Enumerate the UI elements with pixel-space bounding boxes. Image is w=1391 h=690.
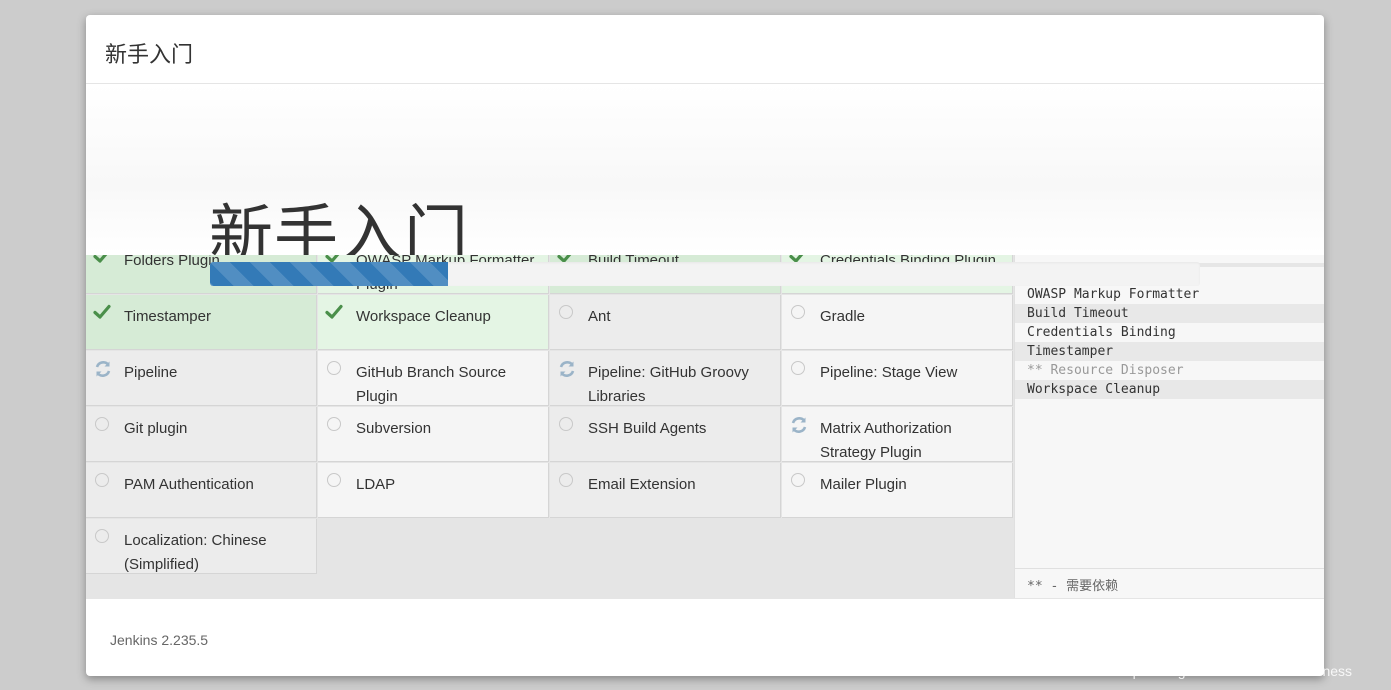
plugin-name: Pipeline: GitHub Groovy Libraries (588, 364, 749, 405)
refresh-spinner-icon (789, 415, 807, 433)
pending-circle-icon (93, 471, 111, 489)
plugin-name: Localization: Chinese (Simplified) (124, 532, 267, 573)
plugin-name: Matrix Authorization Strategy Plugin (820, 420, 952, 461)
setup-wizard-dialog: 新手入门 新手入门 Folders PluginOWASP Markup For… (86, 15, 1324, 676)
plugin-tile: Matrix Authorization Strategy Plugin (782, 407, 1013, 462)
checkmark-icon (93, 303, 111, 321)
plugin-tile: Pipeline: GitHub Groovy Libraries (550, 351, 781, 406)
plugin-name: Mailer Plugin (820, 476, 907, 493)
plugin-tile: Timestamper (86, 295, 317, 350)
plugin-grid: Folders PluginOWASP Markup Formatter Plu… (86, 255, 1014, 598)
plugin-tile: Pipeline: Stage View (782, 351, 1013, 406)
plugin-name: GitHub Branch Source Plugin (356, 364, 507, 405)
pending-circle-icon (325, 415, 343, 433)
install-log-panel[interactable]: OWASP Markup Formatter Build Timeout Crede… (1014, 255, 1324, 598)
refresh-spinner-icon (93, 359, 111, 377)
watermark: https://blog.csdn.net/finalAmativeness (1117, 663, 1353, 679)
log-footnote: ** - 需要依赖 (1015, 568, 1324, 599)
plugin-name: Subversion (356, 420, 432, 437)
refresh-spinner-icon (557, 359, 575, 377)
log-item: OWASP Markup Formatter (1027, 287, 1200, 302)
pending-circle-icon (93, 415, 111, 433)
plugin-name: SSH Build Agents (588, 420, 707, 437)
plugin-tile: PAM Authentication (86, 463, 317, 518)
jenkins-version: Jenkins 2.235.5 (110, 632, 209, 648)
log-item: Credentials Binding (1027, 325, 1176, 340)
pending-circle-icon (557, 471, 575, 489)
plugin-tile: GitHub Branch Source Plugin (318, 351, 549, 406)
plugin-name: Gradle (820, 308, 866, 325)
plugin-tile: Gradle (782, 295, 1013, 350)
plugin-tile: Mailer Plugin (782, 463, 1013, 518)
install-log-list: OWASP Markup Formatter Build Timeout Crede… (1015, 285, 1324, 399)
dialog-title: 新手入门 (105, 42, 194, 67)
plugin-name: Pipeline (124, 364, 178, 381)
checkmark-icon (93, 255, 111, 265)
checkmark-icon (325, 303, 343, 321)
pending-circle-icon (789, 303, 807, 321)
hero-banner: 新手入门 (86, 84, 1324, 273)
plugin-tile: SSH Build Agents (550, 407, 781, 462)
plugin-name: Timestamper (124, 308, 211, 325)
pending-circle-icon (93, 527, 111, 545)
pending-circle-icon (325, 359, 343, 377)
plugin-tile: LDAP (318, 463, 549, 518)
plugin-tile: Subversion (318, 407, 549, 462)
plugin-name: LDAP (356, 476, 396, 493)
plugin-name: Git plugin (124, 420, 188, 437)
log-item: Workspace Cleanup (1015, 380, 1324, 399)
plugin-tile: Email Extension (550, 463, 781, 518)
plugin-tile: Workspace Cleanup (318, 295, 549, 350)
log-item: Timestamper (1015, 342, 1324, 361)
plugin-name: PAM Authentication (124, 476, 254, 493)
pending-circle-icon (789, 471, 807, 489)
plugin-tile: Localization: Chinese (Simplified) (86, 519, 317, 574)
plugin-name: Ant (588, 308, 611, 325)
install-progress-bar (210, 262, 1200, 286)
pending-circle-icon (557, 415, 575, 433)
log-item: ** Resource Disposer (1027, 363, 1184, 378)
plugin-name: Pipeline: Stage View (820, 364, 958, 381)
pending-circle-icon (325, 471, 343, 489)
dialog-header: 新手入门 (86, 15, 1324, 84)
plugin-tile: Git plugin (86, 407, 317, 462)
plugin-name: Email Extension (588, 476, 696, 493)
pending-circle-icon (557, 303, 575, 321)
log-footnote-text: ** - 需要依赖 (1027, 579, 1119, 594)
plugin-name: Workspace Cleanup (356, 308, 491, 325)
install-progress-fill (210, 262, 448, 286)
plugin-tile: Pipeline (86, 351, 317, 406)
log-item: Build Timeout (1015, 304, 1324, 323)
plugin-tile: Ant (550, 295, 781, 350)
pending-circle-icon (789, 359, 807, 377)
